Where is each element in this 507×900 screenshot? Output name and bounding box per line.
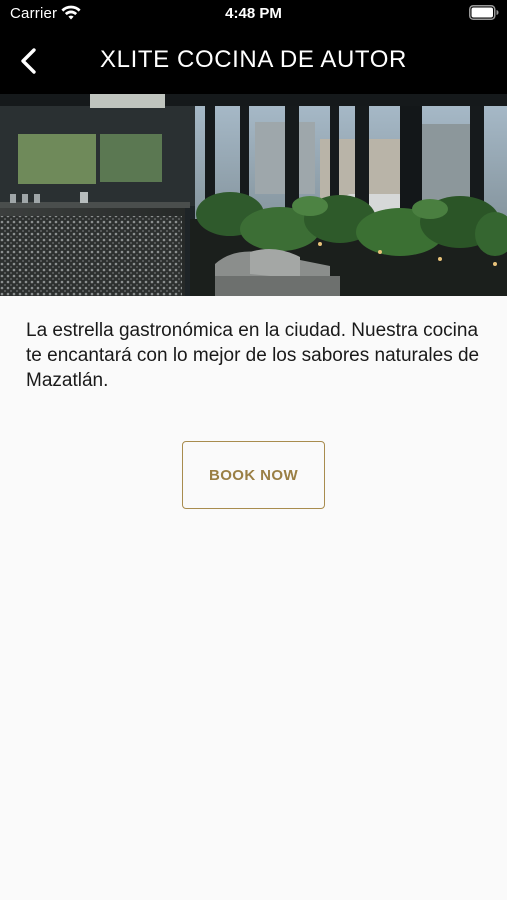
status-bar: Carrier 4:48 PM (0, 0, 507, 28)
book-now-button[interactable]: BOOK NOW (182, 441, 325, 509)
restaurant-description: La estrella gastronómica en la ciudad. N… (26, 320, 480, 391)
battery-icon (469, 5, 499, 20)
status-time: 4:48 PM (225, 5, 282, 22)
restaurant-hero-image (0, 94, 507, 296)
app-screen: Carrier 4:48 PM XLITE COCINA DE AUTOR La… (0, 0, 507, 900)
page-title: XLITE COCINA DE AUTOR (100, 46, 407, 73)
chevron-left-icon (21, 48, 36, 74)
back-button[interactable] (10, 42, 48, 80)
navigation-bar: XLITE COCINA DE AUTOR (0, 28, 507, 94)
